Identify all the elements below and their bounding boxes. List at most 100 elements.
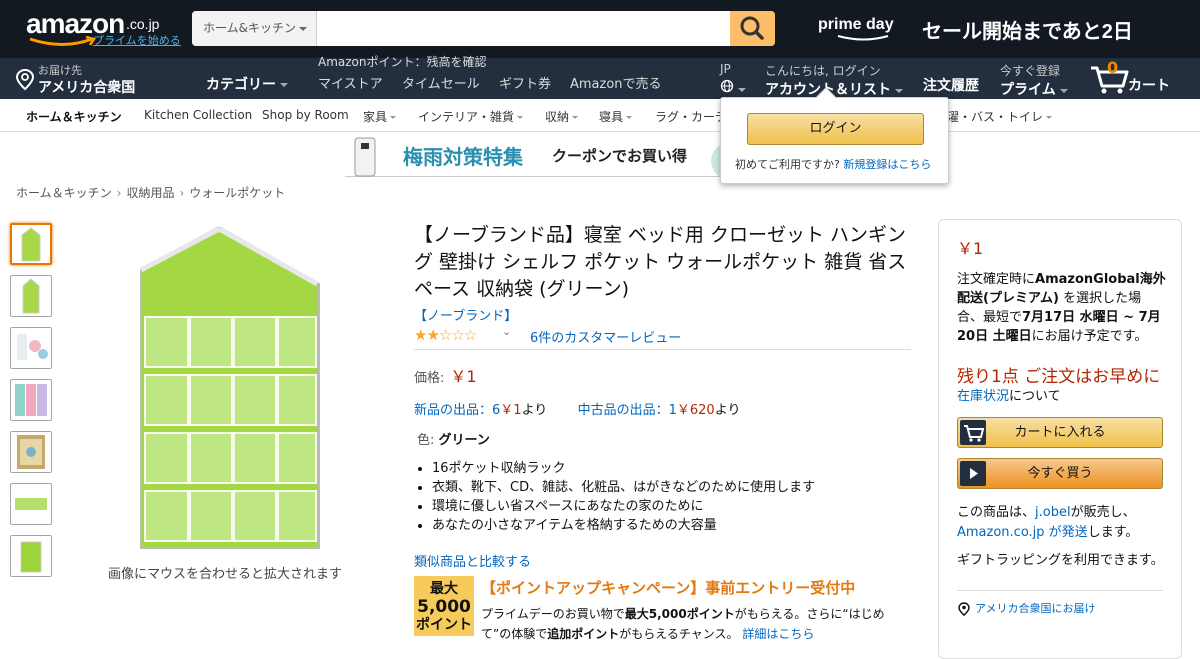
prime-smile-icon — [837, 35, 889, 41]
subnav-interior[interactable]: インテリア・雑貨 — [418, 108, 524, 125]
brand-link[interactable]: 【ノーブランド】 — [414, 305, 911, 324]
login-button[interactable]: ログイン — [747, 113, 924, 145]
amazon-logo[interactable]: amazon .co.jp プライムを始める — [26, 8, 186, 50]
feature-bullets: 16ポケット収納ラック 衣類、靴下、CD、雑誌、化粧品、はがきなどのために使用し… — [414, 459, 911, 535]
add-to-cart-button[interactable]: カートに入れる — [957, 417, 1163, 448]
review-count-link[interactable]: 6件のカスタマーレビュー — [530, 327, 681, 346]
seller-text: この商品は、 — [957, 505, 1036, 520]
prime-menu[interactable]: 今すぐ登録 プライム — [1000, 62, 1068, 99]
dehumidifier-image — [354, 137, 376, 177]
campaign-details-link[interactable]: 詳細はこちら — [742, 627, 814, 641]
buy-now-button[interactable]: 今すぐ買う — [957, 458, 1163, 489]
used-offers-text: 中古品の出品：1 — [577, 403, 677, 418]
main-nav: お届け先 アメリカ合衆国 カテゴリー Amazonポイント：残高を確認 マイスト… — [0, 55, 1200, 99]
thumbnail-2[interactable] — [10, 275, 52, 317]
subnav-laundry[interactable]: 洗濯・バス・トイレ — [935, 108, 1053, 125]
fulfilled-by-link[interactable]: Amazon.co.jp が発送 — [957, 525, 1088, 540]
account-greeting: こんにちは, ログイン — [765, 64, 881, 78]
prime-day-logo[interactable]: prime day — [818, 16, 896, 42]
new-offers-suffix: より — [521, 403, 548, 418]
orders-link[interactable]: 注文履歴 — [923, 75, 979, 95]
thumbnail-5[interactable] — [10, 431, 52, 473]
subnav-furniture[interactable]: 家具 — [363, 108, 397, 125]
thumbnail-6[interactable] — [10, 483, 52, 525]
search-bar: ホーム&キッチン — [192, 11, 775, 46]
thumbnail-4[interactable] — [10, 379, 52, 421]
prime-register-label: 今すぐ登録 — [1000, 64, 1061, 78]
divider — [414, 349, 911, 350]
star-rating-icon[interactable]: ★★☆☆☆ — [414, 326, 477, 344]
language-code: JP — [720, 62, 731, 76]
breadcrumb-item[interactable]: ウォールポケット — [189, 186, 285, 200]
gift-wrap-info: ギフトラッピングを利用できます。 — [957, 553, 1164, 568]
breadcrumb-item[interactable]: 収納用品 — [126, 186, 174, 200]
sale-countdown[interactable]: セール開始まであと2日 — [922, 15, 1133, 44]
search-button[interactable] — [730, 11, 775, 46]
stock-status-link[interactable]: 在庫状況 — [957, 389, 1009, 404]
nav-link-mystore[interactable]: マイストア — [318, 73, 383, 92]
language-selector[interactable]: JP — [720, 62, 746, 97]
price-row: 価格: ￥1 — [414, 363, 911, 387]
thumbnail-7[interactable] — [10, 535, 52, 577]
offers-row: 新品の出品：6￥1より 中古品の出品：1￥620より — [414, 399, 911, 418]
subnav-bedding[interactable]: 寝具 — [599, 108, 633, 125]
points-campaign: 最大 5,000 ポイント 【ポイントアップキャンペーン】事前エントリー受付中 … — [414, 576, 911, 641]
subnav-storage[interactable]: 収納 — [545, 108, 579, 125]
deliver-label: お届け先 — [38, 64, 82, 77]
account-menu[interactable]: こんにちは, ログイン アカウント＆リスト — [765, 62, 903, 99]
search-input[interactable] — [317, 11, 730, 46]
ship-text: 注文確定時に — [957, 272, 1036, 287]
subnav-shop-by-room[interactable]: Shop by Room — [262, 108, 349, 122]
new-offers-link[interactable]: 新品の出品：6￥1 — [414, 403, 522, 418]
color-row: 色: グリーン — [414, 429, 911, 448]
seller-text: します。 — [1087, 525, 1139, 540]
thumbnail-image — [20, 541, 42, 573]
nav-link-timesale[interactable]: タイムセール — [402, 73, 480, 92]
register-link[interactable]: 新規登録はこちら — [843, 158, 931, 171]
nav-link-sell[interactable]: Amazonで売る — [570, 73, 662, 92]
badge-line: ポイント — [416, 617, 472, 633]
cart-button[interactable]: 0 カート — [1090, 58, 1180, 96]
search-icon — [740, 16, 764, 40]
chevron-down-icon[interactable]: ⌄ — [502, 325, 511, 338]
new-offers-text: 新品の出品：6 — [414, 403, 501, 418]
category-menu[interactable]: カテゴリー — [206, 74, 288, 94]
main-product-image[interactable] — [105, 222, 355, 552]
badge-line: 最大 — [430, 581, 458, 597]
breadcrumb-separator-icon: › — [179, 186, 185, 200]
subnav-kitchen-collection[interactable]: Kitchen Collection — [144, 108, 252, 122]
divider — [957, 590, 1163, 591]
location-pin-icon — [16, 69, 35, 91]
chevron-down-icon — [895, 88, 903, 97]
campaign-title[interactable]: 【ポイントアップキャンペーン】事前エントリー受付中 — [481, 577, 855, 598]
deliver-address-link[interactable]: アメリカ合衆国にお届け — [957, 600, 1095, 616]
used-offers-link[interactable]: 中古品の出品：1￥620 — [578, 403, 715, 418]
breadcrumb-item[interactable]: ホーム＆キッチン — [16, 186, 112, 200]
new-customer-row: 初めてご利用ですか? 新規登録はこちら — [735, 156, 931, 172]
banner-title: 梅雨対策特集 — [403, 145, 523, 169]
rating-row: ★★☆☆☆ ⌄ 6件のカスタマーレビュー — [414, 325, 911, 346]
delivery-estimate: 注文確定時にAmazonGlobal海外配送(プレミアム) を選択した場合、最短… — [957, 270, 1167, 346]
location-pin-icon — [958, 602, 970, 616]
chevron-down-icon — [572, 116, 579, 122]
thumbnail-image — [21, 227, 41, 262]
add-to-cart-label: カートに入れる — [1014, 425, 1106, 440]
thumbnail-image — [17, 435, 45, 469]
chevron-down-icon — [280, 83, 288, 91]
thumbnail-1[interactable] — [10, 223, 52, 265]
compare-link[interactable]: 類似商品と比較する — [414, 551, 911, 570]
feature-bullet: あなたの小さなアイテムを格納するための大容量 — [432, 516, 911, 535]
points-balance-link[interactable]: Amazonポイント：残高を確認 — [318, 53, 487, 70]
price-label: 価格: — [414, 371, 445, 386]
nav-link-giftcard[interactable]: ギフト券 — [499, 73, 551, 92]
subnav-home-kitchen[interactable]: ホーム＆キッチン — [26, 108, 122, 125]
thumbnail-3[interactable] — [10, 327, 52, 369]
subnav-interior-label: インテリア・雑貨 — [418, 110, 515, 124]
seller-link[interactable]: j.obel — [1035, 505, 1071, 520]
promo-banner[interactable]: 梅雨対策特集 クーポンでお買い得 — [345, 135, 747, 177]
search-category-select[interactable]: ホーム&キッチン — [192, 11, 317, 46]
play-icon — [960, 461, 986, 486]
zoom-hint: 画像にマウスを合わせると拡大されます — [108, 567, 343, 582]
points-badge: 最大 5,000 ポイント — [414, 576, 474, 636]
prime-start-link[interactable]: プライムを始める — [93, 32, 181, 48]
